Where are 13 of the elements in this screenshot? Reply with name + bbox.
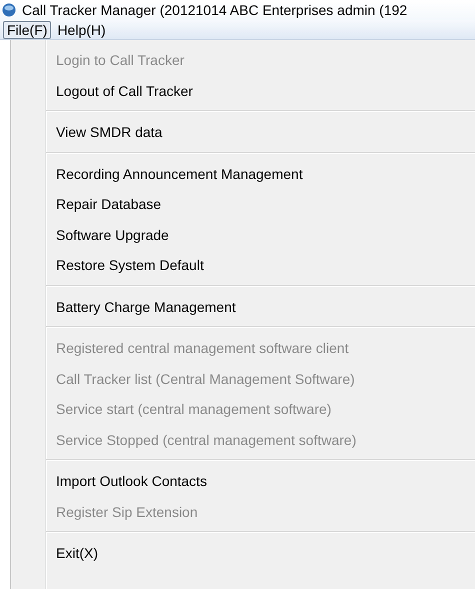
menu-item[interactable]: Recording Announcement Management [56, 158, 475, 189]
globe-icon [2, 3, 16, 17]
menu-bar-item[interactable]: Help(H) [53, 20, 110, 38]
menu-item[interactable]: Restore System Default [56, 250, 475, 280]
window-title: Call Tracker Manager (20121014 ABC Enterprises admin (192 [22, 2, 408, 18]
menu-item[interactable]: Software Upgrade [56, 220, 475, 250]
menu-item[interactable]: Exit(X) [56, 538, 475, 568]
menu-item[interactable]: Logout of Call Tracker [56, 76, 475, 106]
menu-item[interactable]: Battery Charge Management [56, 292, 475, 322]
menu-item[interactable]: View SMDR data [56, 117, 475, 148]
menu-item[interactable]: Repair Database [56, 189, 475, 220]
menu-bar-item[interactable]: File(F) [3, 20, 52, 38]
menu-item[interactable]: Import Outlook Contacts [56, 466, 475, 496]
